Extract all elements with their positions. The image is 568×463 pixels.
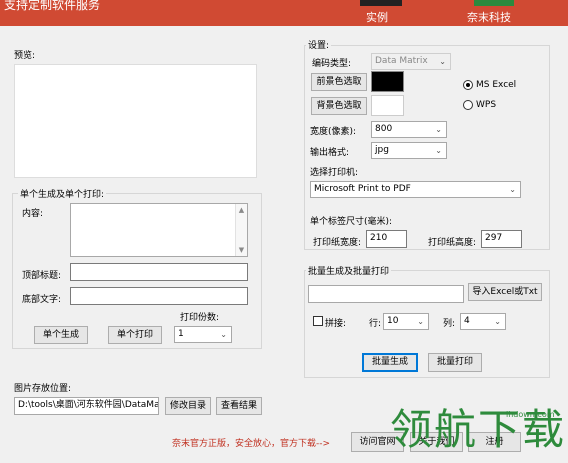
paper-height-input[interactable]: 297 <box>481 230 522 248</box>
code-type-select[interactable]: Data Matrix ⌄ <box>371 53 451 70</box>
paper-height-label: 打印纸高度: <box>428 238 477 248</box>
paper-height-value: 297 <box>485 233 503 243</box>
width-value: 800 <box>375 124 393 134</box>
radio-wps[interactable] <box>463 100 473 110</box>
scroll-up-icon[interactable]: ▲ <box>236 206 247 214</box>
paper-width-label: 打印纸宽度: <box>313 238 362 248</box>
radio-ms-excel-label[interactable]: MS Excel <box>476 80 516 90</box>
batch-generate-button[interactable]: 批量生成 <box>362 353 418 372</box>
splice-label[interactable]: 拼接: <box>325 316 346 329</box>
chevron-down-icon: ⌄ <box>509 185 516 194</box>
col-label: 列: <box>443 319 456 329</box>
chevron-down-icon: ⌄ <box>417 317 424 326</box>
format-select[interactable]: jpg ⌄ <box>371 142 447 159</box>
batch-print-button[interactable]: 批量打印 <box>428 353 482 372</box>
col-select[interactable]: 4 ⌄ <box>460 313 506 330</box>
chevron-down-icon: ⌄ <box>435 146 442 155</box>
top-banner: 支持定制软件服务 实例 奈末科技 <box>0 0 568 26</box>
chevron-down-icon: ⌄ <box>435 125 442 134</box>
chevron-down-icon: ⌄ <box>220 330 227 339</box>
nav-company-link[interactable]: 奈末科技 <box>467 9 511 25</box>
banner-logo-green <box>474 0 514 6</box>
chevron-down-icon: ⌄ <box>439 57 446 66</box>
nav-example-link[interactable]: 实例 <box>366 9 388 25</box>
import-button[interactable]: 导入Excel或Txt <box>468 283 542 301</box>
printer-select[interactable]: Microsoft Print to PDF ⌄ <box>310 181 521 198</box>
watermark-url: lhdown.com <box>506 410 555 419</box>
storage-path-value: D:\tools\桌面\河东软件园\DataMa <box>18 400 159 410</box>
storage-label: 图片存放位置: <box>14 384 72 394</box>
label-size-label: 单个标签尺寸(毫米): <box>310 217 393 227</box>
bg-color-button[interactable]: 背景色选取 <box>311 97 367 115</box>
row-value: 10 <box>387 316 399 326</box>
printer-label: 选择打印机: <box>310 168 359 178</box>
preview-area <box>14 64 257 178</box>
settings-group-title: 设置: <box>306 38 332 51</box>
single-generate-button[interactable]: 单个生成 <box>34 326 88 344</box>
bottom-text-label: 底部文字: <box>22 295 62 305</box>
view-result-button[interactable]: 查看结果 <box>216 397 262 415</box>
code-type-value: Data Matrix <box>375 56 428 66</box>
single-print-button[interactable]: 单个打印 <box>108 326 162 344</box>
printer-value: Microsoft Print to PDF <box>314 184 411 194</box>
copies-value: 1 <box>178 329 184 339</box>
top-title-input[interactable] <box>70 263 248 281</box>
bg-color-swatch[interactable] <box>371 95 404 116</box>
width-label: 宽度(像素): <box>310 127 357 137</box>
width-select[interactable]: 800 ⌄ <box>371 121 447 138</box>
storage-path-input[interactable]: D:\tools\桌面\河东软件园\DataMa <box>14 397 159 415</box>
code-type-label: 编码类型: <box>312 59 352 69</box>
content-textarea[interactable]: ▲ ▼ <box>70 203 248 257</box>
splice-checkbox[interactable] <box>313 316 323 326</box>
batch-group-title: 批量生成及批量打印 <box>306 264 392 277</box>
row-label: 行: <box>369 319 382 329</box>
fg-color-button[interactable]: 前景色选取 <box>311 73 367 91</box>
fg-color-swatch[interactable] <box>371 71 404 92</box>
chevron-down-icon: ⌄ <box>494 317 501 326</box>
batch-file-input[interactable] <box>308 285 464 303</box>
row-select[interactable]: 10 ⌄ <box>383 313 429 330</box>
modify-dir-button[interactable]: 修改目录 <box>165 397 211 415</box>
paper-width-input[interactable]: 210 <box>366 230 407 248</box>
content-label: 内容: <box>22 209 44 219</box>
banner-title: 支持定制软件服务 <box>4 0 101 12</box>
banner-logo-dark <box>360 0 402 6</box>
copies-select[interactable]: 1 ⌄ <box>174 326 232 343</box>
content-scrollbar[interactable]: ▲ ▼ <box>235 204 247 256</box>
watermark-text: 领航下载 <box>390 405 567 454</box>
single-group-title: 单个生成及单个打印: <box>18 187 107 200</box>
scroll-down-icon[interactable]: ▼ <box>236 246 247 254</box>
radio-wps-label[interactable]: WPS <box>476 100 496 110</box>
bottom-text-input[interactable] <box>70 287 248 305</box>
format-value: jpg <box>375 145 389 155</box>
paper-width-value: 210 <box>370 233 388 243</box>
preview-label: 预览: <box>14 51 36 61</box>
format-label: 输出格式: <box>310 148 350 158</box>
footer-note: 奈末官方正版，安全放心，官方下载--> <box>172 439 331 449</box>
top-title-label: 顶部标题: <box>22 271 62 281</box>
copies-label: 打印份数: <box>180 313 220 323</box>
radio-ms-excel[interactable] <box>463 80 473 90</box>
col-value: 4 <box>464 316 470 326</box>
